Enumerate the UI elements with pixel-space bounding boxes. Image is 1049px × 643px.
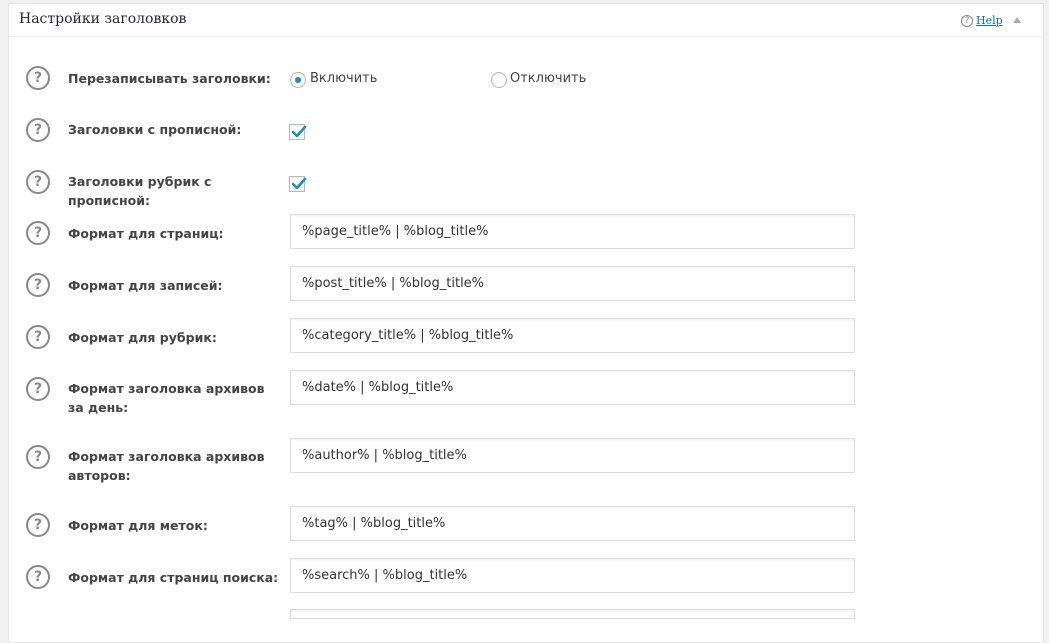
checkmark-icon <box>291 177 307 190</box>
field-label: Заголовки с прописной: <box>68 122 242 137</box>
search-format-input[interactable] <box>290 558 855 593</box>
question-circle-icon[interactable]: ? <box>26 118 50 142</box>
radio-enable[interactable] <box>290 72 306 88</box>
field-label: Формат для страниц поиска: <box>68 570 279 585</box>
question-circle-icon[interactable]: ? <box>26 565 50 589</box>
radio-disable-label[interactable]: Отключить <box>510 71 586 86</box>
radio-disable[interactable] <box>491 72 507 88</box>
field-label: Формат для страниц: <box>68 226 224 241</box>
radio-enable-label[interactable]: Включить <box>310 71 377 86</box>
question-circle-icon[interactable]: ? <box>26 513 50 537</box>
date-archive-format-input[interactable] <box>290 370 855 405</box>
panel-header: Настройки заголовков ? Help <box>9 4 1043 37</box>
help-circle-icon: ? <box>961 14 973 27</box>
field-label: Формат для записей: <box>68 278 223 293</box>
field-label: Формат для меток: <box>68 518 208 533</box>
category-format-input[interactable] <box>290 318 855 353</box>
question-circle-icon[interactable]: ? <box>26 445 50 469</box>
question-circle-icon[interactable]: ? <box>26 377 50 401</box>
capitalize-category-titles-checkbox[interactable] <box>289 176 307 192</box>
field-label: Формат для рубрик: <box>68 330 217 345</box>
checkmark-icon <box>291 125 307 138</box>
panel-title: Настройки заголовков <box>19 11 187 27</box>
field-label: Формат заголовка архивов за день: <box>68 381 265 415</box>
post-format-input[interactable] <box>290 266 855 301</box>
question-circle-icon[interactable]: ? <box>26 273 50 297</box>
field-label: Перезаписывать заголовки: <box>68 71 271 86</box>
page-format-input[interactable] <box>290 214 855 249</box>
author-archive-format-input[interactable] <box>290 438 855 473</box>
question-circle-icon[interactable]: ? <box>26 221 50 245</box>
capitalize-titles-checkbox[interactable] <box>289 124 307 140</box>
question-circle-icon[interactable]: ? <box>26 325 50 349</box>
field-label: Формат заголовка архивов авторов: <box>68 449 265 483</box>
collapse-triangle-icon[interactable] <box>1013 17 1021 23</box>
help-link-label: Help <box>976 14 1003 27</box>
question-circle-icon[interactable]: ? <box>26 170 50 194</box>
tag-format-input[interactable] <box>290 506 855 541</box>
help-link[interactable]: ? Help <box>961 14 1003 27</box>
field-label: Заголовки рубрик с прописной: <box>68 174 212 208</box>
question-circle-icon[interactable]: ? <box>26 66 50 90</box>
